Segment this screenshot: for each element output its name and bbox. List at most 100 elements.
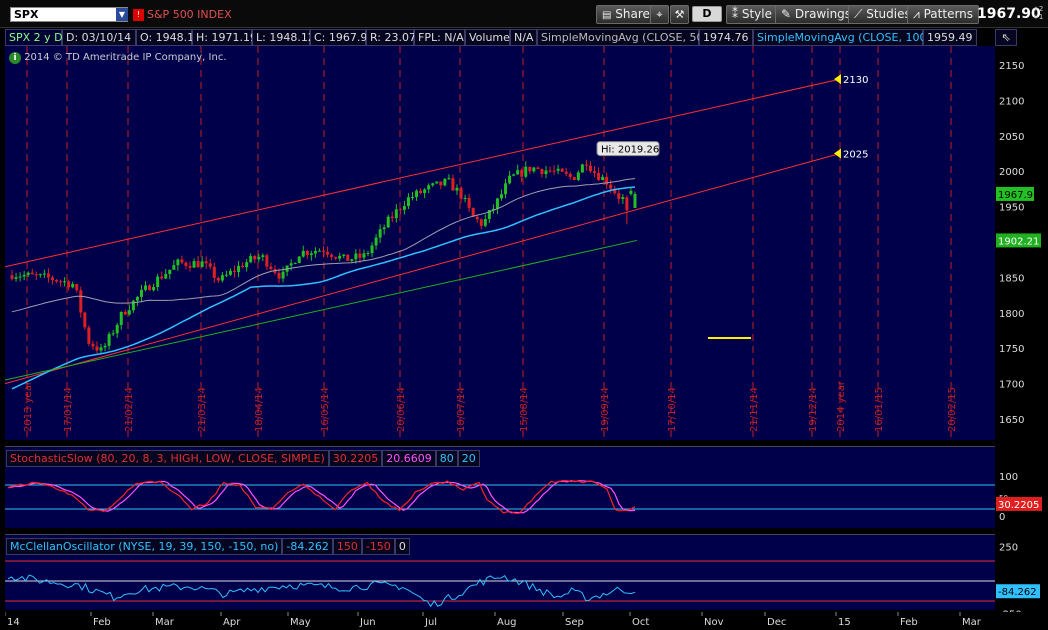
candle-body: [588, 165, 592, 172]
alert-badge[interactable]: !: [133, 9, 144, 21]
stochastic-overbought: 80: [435, 450, 458, 467]
stochastic-header: StochasticSlow (80, 20, 8, 3, HIGH, LOW,…: [6, 450, 480, 467]
time-tick-label: Dec: [767, 617, 786, 628]
quote-info-bar: SPX 2 y D D: 03/10/14 O: 1948.12 H: 1971…: [5, 29, 1043, 46]
candle-body: [584, 164, 588, 166]
candle-body: [459, 187, 463, 199]
candle-body: [301, 250, 305, 257]
candle-body: [30, 272, 34, 275]
stochastic-panel[interactable]: StochasticSlow (80, 20, 8, 3, HIGH, LOW,…: [5, 446, 995, 528]
candle-body: [382, 227, 386, 230]
candle-body: [532, 167, 536, 172]
candle-body: [212, 266, 216, 278]
sma100-label[interactable]: SimpleMovingAvg (CLOSE, 100, 0): [753, 29, 945, 46]
candle-body: [313, 251, 317, 254]
candle-body: [423, 189, 427, 194]
candle-body: [597, 172, 601, 180]
style-label: Style: [741, 7, 772, 21]
candle-body: [115, 324, 119, 334]
time-tick-label: Sep: [565, 617, 584, 628]
candle-body: [398, 209, 402, 211]
time-marker-label: 16/05/14: [320, 387, 331, 432]
share-icon: ▤: [602, 10, 612, 21]
candle-body: [216, 277, 220, 281]
chevron-down-icon[interactable]: ▼: [116, 8, 128, 21]
timeframe-button[interactable]: D: [692, 6, 722, 22]
wrench-icon[interactable]: ⚒: [670, 5, 689, 24]
candle-body: [148, 285, 152, 291]
price-chart-svg: 2013 year 17/01/14 21/02/14 21/03/14 18/04/1…: [5, 46, 958, 440]
mcclellan-header: McClellanOscillator (NYSE, 19, 39, 150, …: [6, 538, 410, 555]
candle-body: [410, 197, 414, 199]
candle-body: [152, 287, 156, 291]
candle-body: [524, 166, 528, 177]
mcclellan-upper: 150: [332, 538, 362, 555]
candle-body: [621, 197, 625, 199]
time-tick-label: 14: [7, 617, 20, 628]
symbol-input[interactable]: SPX: [10, 7, 128, 22]
candle-body: [625, 197, 629, 211]
candle-body: [249, 256, 253, 263]
mcclellan-title[interactable]: McClellanOscillator (NYSE, 19, 39, 150, …: [6, 538, 283, 555]
candle-body: [188, 265, 192, 268]
candle-body: [564, 171, 568, 174]
candle-body: [427, 185, 431, 190]
time-marker-label: 20/02/15: [947, 387, 958, 432]
candle-body: [346, 254, 350, 261]
candle-body: [59, 281, 63, 283]
share-button[interactable]: ▤ Share: [596, 5, 656, 24]
time-tick-label: Mar: [155, 617, 175, 628]
candle-body: [46, 273, 50, 278]
time-marker-label: 2014 year: [836, 380, 847, 432]
candle-body: [447, 178, 451, 180]
style-button[interactable]: ⁑ Style: [726, 5, 778, 24]
time-marker-label: 18/07/14: [456, 387, 467, 432]
candle-body: [431, 183, 435, 186]
candle-body: [520, 170, 524, 177]
price-change: +2 +1: [1033, 5, 1043, 21]
price-axis[interactable]: 2150210020502000195019001850180017501700…: [995, 46, 1048, 612]
info-close: C: 1967.9: [310, 29, 367, 46]
crosshair-icon[interactable]: ⌖: [650, 5, 669, 24]
info-low: L: 1948.12: [252, 29, 315, 46]
candle-body: [609, 184, 613, 189]
candle-body: [172, 265, 176, 270]
drawings-button[interactable]: ✎ Drawings: [775, 5, 858, 24]
candle-body: [224, 274, 228, 276]
candle-body: [322, 250, 325, 252]
sma50-label[interactable]: SimpleMovingAvg (CLOSE, 50, 0): [537, 29, 722, 46]
candle-body: [576, 172, 580, 180]
time-tick-label: Mar: [962, 617, 982, 628]
price-tick: 1700: [999, 380, 1024, 391]
stochastic-title[interactable]: StochasticSlow (80, 20, 8, 3, HIGH, LOW,…: [6, 450, 329, 467]
candle-body: [415, 190, 419, 198]
candle-body: [103, 345, 107, 348]
patterns-button[interactable]: ⩘ Patterns: [907, 5, 980, 24]
candle-body: [568, 173, 572, 178]
price-tick: 1800: [999, 309, 1024, 320]
time-axis[interactable]: 14 Feb Mar Apr May Jun Jul Aug Sep Oct Nov Dec 15 Feb…: [5, 612, 995, 630]
time-tick-label: Jun: [359, 617, 376, 628]
candle-body: [309, 253, 313, 256]
info-icon[interactable]: i: [9, 52, 21, 64]
stochastic-d-line: [7, 480, 636, 514]
candle-body: [483, 219, 487, 226]
chart-period[interactable]: SPX 2 y D: [5, 29, 63, 46]
share-label: Share: [615, 7, 650, 21]
candle-body: [552, 170, 556, 172]
time-tick-label: Feb: [900, 617, 918, 628]
mcclellan-panel[interactable]: McClellanOscillator (NYSE, 19, 39, 150, …: [5, 534, 995, 610]
copyright-row: i 2014 © TD Ameritrade IP Company, Inc.: [9, 52, 227, 64]
price-chart-panel[interactable]: 2013 year 17/01/14 21/02/14 21/03/14 18/04/1…: [5, 46, 995, 440]
time-marker-label: 20/06/14: [396, 387, 407, 432]
candle-body: [293, 263, 297, 265]
candle-body: [601, 176, 605, 180]
candle-body: [245, 262, 249, 268]
collapse-icon[interactable]: ⇖: [995, 29, 1017, 46]
price-tick: 2150: [999, 61, 1024, 72]
candle-body: [402, 206, 406, 210]
candle-body: [139, 289, 143, 297]
patterns-label: Patterns: [923, 7, 974, 21]
candle-body: [289, 263, 293, 266]
time-marker-label: 21/03/14: [197, 387, 208, 432]
